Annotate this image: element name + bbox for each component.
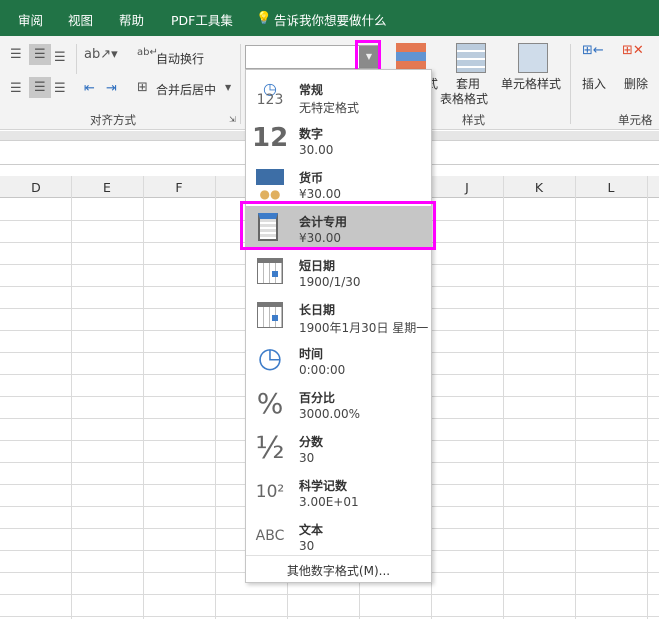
- row-gridline: [0, 594, 659, 595]
- insert-button[interactable]: 插入: [582, 75, 606, 92]
- menu-item-fraction[interactable]: ½ 分数 30: [246, 426, 431, 470]
- delete-cells-icon[interactable]: ⊞✕: [622, 43, 644, 58]
- wrap-text-button[interactable]: 自动换行: [156, 50, 204, 67]
- insert-cells-icon[interactable]: ⊞←: [582, 43, 604, 58]
- item-title: 短日期: [299, 259, 336, 273]
- column-header-e[interactable]: E: [71, 180, 143, 195]
- cell-styles-icon[interactable]: [518, 43, 548, 73]
- menu-item-short-date[interactable]: 短日期 1900/1/30: [246, 250, 431, 294]
- merge-center-button[interactable]: 合并后居中: [156, 81, 216, 98]
- number-format-menu: ◷ 123 常规 无特定格式 12 数字 30.00 ●● 货币 ¥30.00 会…: [245, 69, 432, 583]
- dialog-launcher-icon[interactable]: ⇲: [229, 115, 236, 124]
- item-sample: 3000.00%: [299, 407, 361, 421]
- fraction-icon: ½: [255, 431, 285, 466]
- item-sample: 1900年1月30日 星期一: [299, 321, 429, 335]
- text-abc-icon: ABC: [255, 528, 285, 544]
- item-sample: 0:00:00: [299, 363, 346, 377]
- menu-item-text[interactable]: ABC 文本 30: [246, 514, 431, 558]
- item-sample: ¥30.00: [299, 187, 341, 201]
- highlight-box: [240, 201, 436, 250]
- ribbon-tab-bar: 审阅 视图 帮助 PDF工具集 💡 告诉我你想要做什么: [0, 0, 659, 36]
- orientation-icon[interactable]: ab↗▾: [84, 47, 118, 62]
- more-number-formats-link[interactable]: 其他数字格式(M)...: [246, 555, 431, 579]
- align-bottom-icon[interactable]: ☰: [54, 50, 66, 65]
- increase-indent-icon[interactable]: ⇥: [106, 81, 117, 96]
- item-title: 货币: [299, 171, 324, 185]
- column-header-k[interactable]: K: [503, 180, 575, 195]
- cells-group-label: 单元格: [618, 113, 653, 127]
- clock-123-icon: ◷ 123: [256, 79, 284, 108]
- item-sample: 无特定格式: [299, 101, 360, 115]
- item-title: 长日期: [299, 303, 336, 317]
- wrap-text-icon: ab↵: [137, 47, 158, 58]
- menu-item-currency[interactable]: ●● 货币 ¥30.00: [246, 162, 431, 206]
- tab-view[interactable]: 视图: [68, 10, 93, 29]
- item-sample: 30.00: [299, 143, 334, 157]
- tab-review[interactable]: 审阅: [18, 10, 43, 29]
- item-title: 数字: [299, 127, 324, 141]
- align-center-icon[interactable]: ☰: [29, 77, 51, 98]
- item-title: 科学记数: [299, 479, 348, 493]
- item-sample: 1900/1/30: [299, 275, 361, 289]
- item-sample: 30: [299, 451, 315, 465]
- align-left-icon[interactable]: ☰: [10, 81, 22, 96]
- calendar-icon: [252, 255, 288, 289]
- tell-me-search[interactable]: 告诉我你想要做什么: [274, 10, 387, 29]
- alignment-group-label: 对齐方式: [90, 113, 136, 127]
- item-sample: 3.00E+01: [299, 495, 359, 509]
- percent-icon: %: [256, 387, 284, 420]
- chevron-down-icon[interactable]: ▼: [225, 83, 231, 92]
- menu-item-scientific[interactable]: 10² 科学记数 3.00E+01: [246, 470, 431, 514]
- item-title: 常规: [299, 83, 324, 97]
- column-header-d[interactable]: D: [0, 180, 72, 195]
- decrease-indent-icon[interactable]: ⇤: [84, 81, 95, 96]
- align-right-icon[interactable]: ☰: [54, 81, 66, 96]
- format-as-table-icon[interactable]: [456, 43, 486, 73]
- menu-item-number[interactable]: 12 数字 30.00: [246, 118, 431, 162]
- clock-icon: ◷: [257, 341, 283, 374]
- row-gridline: [0, 616, 659, 617]
- delete-button[interactable]: 删除: [624, 75, 648, 92]
- column-header-f[interactable]: F: [143, 180, 215, 195]
- calendar-icon: [252, 299, 288, 333]
- menu-item-general[interactable]: ◷ 123 常规 无特定格式: [246, 74, 431, 118]
- item-sample: 30: [299, 539, 315, 553]
- number-12-icon: 12: [252, 123, 289, 153]
- column-header-l[interactable]: L: [575, 180, 647, 195]
- lightbulb-icon: 💡: [256, 10, 272, 25]
- item-title: 时间: [299, 347, 324, 361]
- tab-help[interactable]: 帮助: [119, 10, 144, 29]
- tab-pdf-tools[interactable]: PDF工具集: [171, 10, 233, 29]
- align-middle-icon[interactable]: ☰: [29, 44, 51, 65]
- styles-group-label: 样式: [462, 113, 485, 127]
- item-title: 分数: [299, 435, 324, 449]
- menu-item-time[interactable]: ◷ 时间 0:00:00: [246, 338, 431, 382]
- scientific-icon: 10²: [255, 482, 285, 502]
- cell-styles-button[interactable]: 单元格样式: [501, 75, 561, 92]
- menu-item-long-date[interactable]: 长日期 1900年1月30日 星期一: [246, 294, 431, 338]
- item-title: 百分比: [299, 391, 336, 405]
- item-title: 文本: [299, 523, 324, 537]
- column-header-j[interactable]: J: [431, 180, 503, 195]
- currency-icon: ●●: [252, 167, 288, 201]
- format-as-table-label-2[interactable]: 表格格式: [440, 90, 488, 107]
- merge-center-icon: ⊞: [137, 80, 148, 95]
- align-top-icon[interactable]: ☰: [10, 47, 22, 62]
- menu-item-percent[interactable]: % 百分比 3000.00%: [246, 382, 431, 426]
